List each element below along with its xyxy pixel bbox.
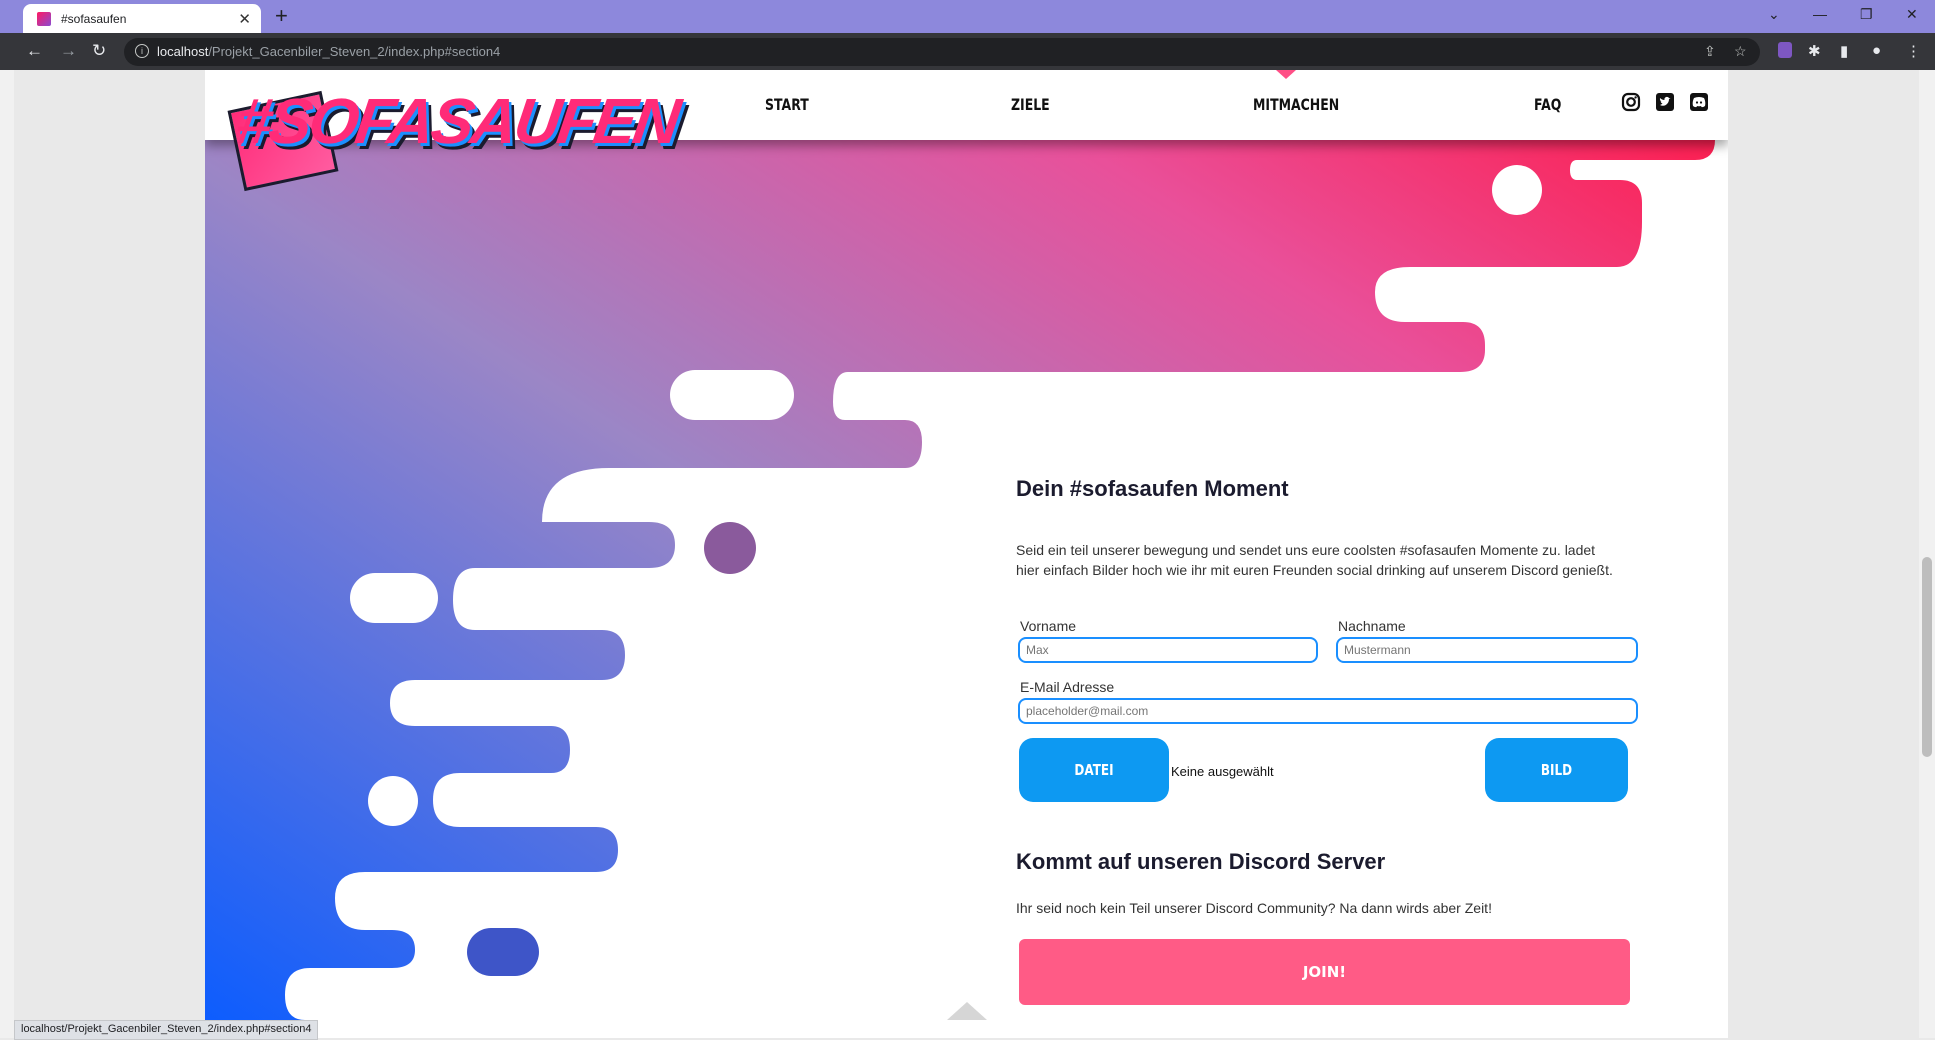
nav-ziele[interactable]: ZIELE: [1011, 95, 1050, 114]
share-icon[interactable]: ⇪: [1704, 43, 1716, 60]
new-tab-button[interactable]: +: [275, 5, 288, 27]
menu-icon[interactable]: ⋮: [1906, 42, 1921, 60]
join-discord-button[interactable]: JOIN!: [1019, 939, 1630, 1005]
browser-toolbar: ← → ↻ i localhost/Projekt_Gacenbiler_Ste…: [0, 33, 1935, 70]
email-field[interactable]: placeholder@mail.com: [1018, 698, 1638, 724]
nav-faq[interactable]: FAQ: [1534, 95, 1561, 114]
tab-close-icon[interactable]: ✕: [238, 10, 251, 28]
nav-mitmachen[interactable]: MITMACHEN: [1253, 95, 1339, 114]
favicon-icon: [37, 11, 51, 26]
sidepanel-icon[interactable]: ▮: [1840, 42, 1848, 60]
status-bar-url: localhost/Projekt_Gacenbiler_Steven_2/in…: [14, 1020, 319, 1040]
twitter-icon[interactable]: [1655, 92, 1675, 112]
restore-icon[interactable]: ❐: [1860, 6, 1873, 23]
discord-title: Kommt auf unseren Discord Server: [1016, 849, 1386, 874]
moment-title: Dein #sofasaufen Moment: [1016, 476, 1289, 501]
lastname-label: Nachname: [1338, 618, 1406, 634]
discord-icon[interactable]: [1689, 92, 1709, 112]
lastname-field[interactable]: Mustermann: [1336, 637, 1638, 663]
email-label: E-Mail Adresse: [1020, 679, 1115, 695]
left-scrollbar[interactable]: [0, 70, 14, 1038]
right-scrollbar[interactable]: [1919, 70, 1935, 1038]
nav-start[interactable]: START: [765, 95, 809, 114]
scrollbar-thumb[interactable]: [1922, 557, 1932, 757]
profile-icon[interactable]: ●: [1872, 42, 1881, 59]
upload-image-button[interactable]: BILD HOCHLADEN: [1485, 738, 1628, 843]
firstname-field[interactable]: Max: [1018, 637, 1318, 663]
nav-active-marker: [1276, 70, 1296, 79]
page-viewport: START ZIELE MITMACHEN FAQ #SOFASAUFEN De…: [0, 70, 1935, 1038]
firstname-label: Vorname: [1020, 618, 1077, 634]
scroll-up-arrow-icon[interactable]: [947, 1002, 987, 1020]
close-window-icon[interactable]: ✕: [1906, 6, 1918, 23]
minimize-icon[interactable]: —: [1813, 6, 1827, 22]
address-bar[interactable]: i localhost/Projekt_Gacenbiler_Steven_2/…: [124, 38, 1760, 66]
choose-file-button[interactable]: DATEI AUSWÄHLEN: [1019, 738, 1169, 843]
tab-title: #sofasaufen: [61, 11, 127, 26]
browser-tab[interactable]: #sofasaufen ✕: [23, 4, 261, 33]
browser-tabbar: #sofasaufen ✕ + ⌄ — ❐ ✕: [0, 0, 1935, 33]
site-page: START ZIELE MITMACHEN FAQ #SOFASAUFEN De…: [205, 70, 1728, 1038]
tab-search-icon[interactable]: ⌄: [1768, 6, 1780, 23]
puzzle-icon[interactable]: ✱: [1808, 42, 1821, 60]
discord-description: Ihr seid noch kein Teil unserer Discord …: [1016, 900, 1492, 916]
forward-icon[interactable]: →: [60, 41, 77, 61]
back-icon[interactable]: ←: [26, 41, 43, 61]
site-logo[interactable]: #SOFASAUFEN: [232, 84, 682, 158]
instagram-icon[interactable]: [1621, 92, 1641, 112]
extension-icon[interactable]: [1778, 42, 1792, 58]
info-icon[interactable]: i: [135, 44, 149, 58]
reload-icon[interactable]: ↻: [92, 41, 106, 61]
moment-description: Seid ein teil unserer bewegung und sende…: [1016, 542, 1613, 578]
star-icon[interactable]: ☆: [1734, 43, 1747, 60]
url-text: localhost/Projekt_Gacenbiler_Steven_2/in…: [157, 44, 501, 59]
file-status-text: Keine ausgewählt: [1171, 764, 1274, 779]
